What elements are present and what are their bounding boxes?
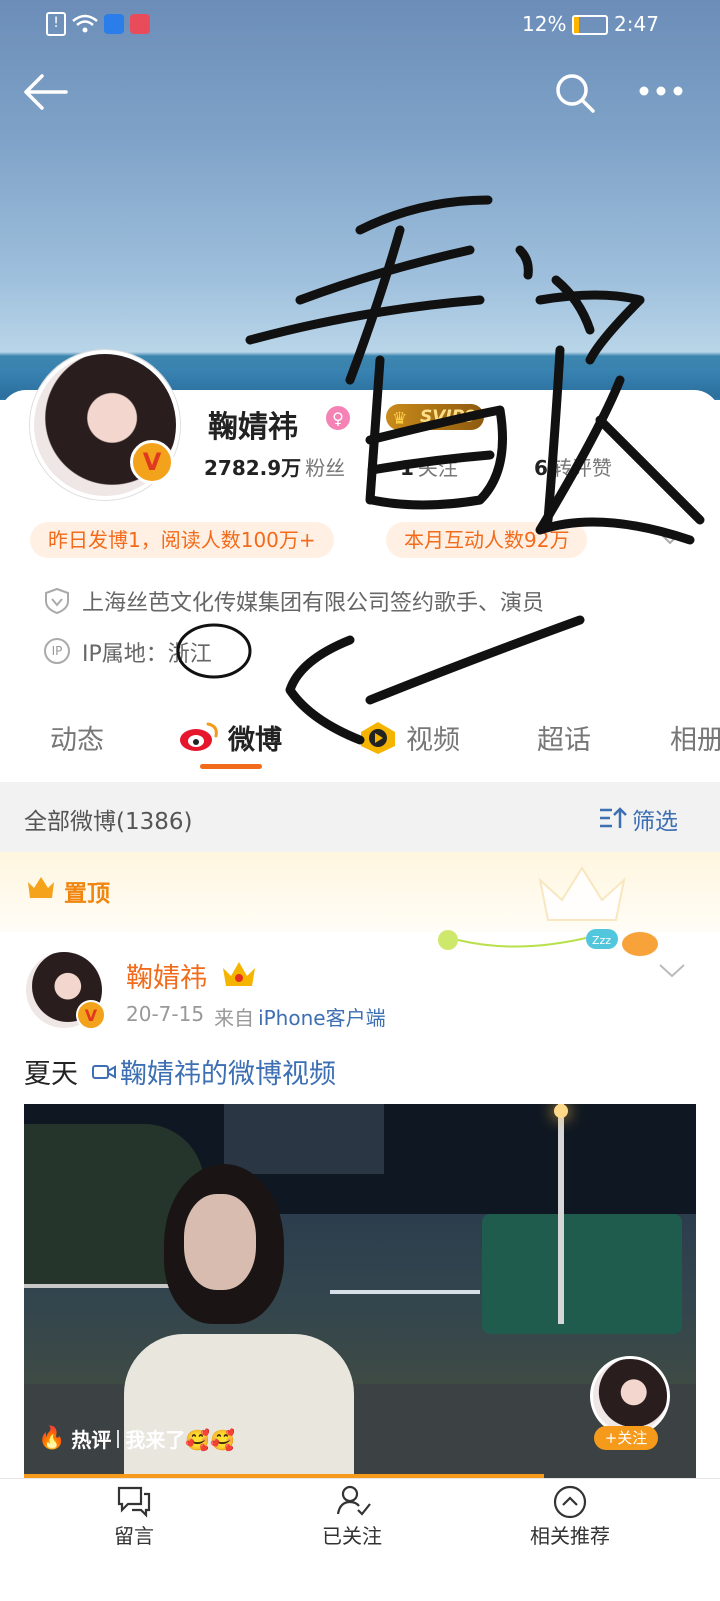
message-button[interactable]: 留言: [54, 1520, 214, 1549]
weibo-logo-icon: [180, 722, 218, 751]
followed-button[interactable]: 已关注: [272, 1520, 432, 1549]
status-icons: !: [46, 12, 150, 36]
chevron-down-icon[interactable]: [660, 532, 680, 546]
post-source[interactable]: iPhone客户端: [258, 1002, 386, 1031]
video-camera-icon: [92, 1064, 116, 1079]
fire-icon: 🔥: [38, 1426, 66, 1451]
verified-shield-icon: [45, 587, 69, 615]
highlight-posting[interactable]: 昨日发博1，阅读人数100万+: [30, 522, 334, 558]
ip-icon: IP: [44, 638, 70, 664]
hot-comment-text: 我来了🥰🥰: [125, 1428, 236, 1452]
pinned-label: 置顶: [64, 881, 110, 907]
ip-location: IP属地： 浙江: [82, 636, 212, 668]
tab-weibo[interactable]: 微博: [228, 718, 282, 757]
ip-location-value: 浙江: [167, 642, 212, 667]
reader-notification-icon: [130, 14, 150, 34]
profile-name: 鞠婧祎: [208, 410, 298, 445]
tab-super-topic[interactable]: 超话: [537, 718, 591, 757]
stat-followers[interactable]: 2782.9万 粉丝: [204, 452, 345, 481]
floating-author-avatar[interactable]: [590, 1356, 670, 1436]
tab-album[interactable]: 相册: [670, 718, 720, 757]
post-video-player[interactable]: 🔥 热评 我来了🥰🥰: [24, 1104, 696, 1478]
back-arrow-icon[interactable]: [22, 72, 68, 112]
message-icon: [117, 1486, 151, 1518]
crown-icon: ♛: [392, 409, 408, 429]
verified-v-icon: V: [76, 1000, 106, 1030]
recommend-up-icon: [553, 1485, 587, 1519]
clock: 2:47: [614, 12, 659, 36]
highlight-interaction[interactable]: 本月互动人数92万: [386, 522, 588, 558]
followed-user-icon: [336, 1485, 371, 1516]
stat-following[interactable]: 1 关注: [400, 452, 458, 481]
battery-icon: [572, 15, 608, 35]
floating-follow-button[interactable]: +关注: [594, 1426, 658, 1450]
app-notification-icon: [104, 14, 124, 34]
tab-video[interactable]: 视频: [406, 718, 460, 757]
sleeping-cat-decoration-icon: Zzz: [438, 929, 658, 956]
post-text: 夏天 鞠婧祎的微博视频: [24, 1052, 336, 1091]
post-date: 20-7-15: [126, 1002, 205, 1026]
alert-icon: !: [46, 12, 66, 36]
post-count: 全部微博(1386): [24, 809, 193, 835]
svg-text:Zzz: Zzz: [592, 934, 611, 947]
post-source-prefix: 来自: [214, 1006, 255, 1030]
tab-dynamic[interactable]: 动态: [50, 718, 104, 757]
crown-watermark-icon: [538, 866, 626, 921]
wifi-icon: [72, 14, 98, 33]
video-link[interactable]: 鞠婧祎的微博视频: [92, 1052, 336, 1091]
verification-text: 上海丝芭文化传媒集团有限公司签约歌手、演员: [82, 591, 545, 616]
more-options-icon[interactable]: [638, 84, 684, 98]
verified-v-icon: V: [130, 440, 174, 484]
crown-icon: [28, 877, 54, 898]
filter-button[interactable]: 筛选: [632, 802, 678, 836]
post-menu-chevron-icon[interactable]: [658, 962, 686, 978]
filter-icon[interactable]: [598, 806, 628, 830]
hot-comment: 🔥 热评 我来了🥰🥰: [38, 1426, 236, 1452]
vip-crown-icon: [223, 962, 255, 986]
search-icon[interactable]: [554, 72, 596, 114]
stat-interactions[interactable]: 6 转评赞: [534, 452, 612, 481]
related-recommend-button[interactable]: 相关推荐: [490, 1520, 650, 1549]
profile-cover-image: [0, 0, 720, 400]
post-author-name[interactable]: 鞠婧祎: [126, 956, 207, 995]
post-meta: 20-7-15 来自 iPhone客户端: [126, 1002, 386, 1031]
video-play-icon: [361, 722, 395, 754]
female-icon: ♀: [326, 406, 350, 430]
svip-badge[interactable]: ♛ SVIP9: [386, 404, 485, 430]
active-tab-indicator: [200, 764, 262, 769]
battery-percent: 12%: [522, 12, 567, 36]
